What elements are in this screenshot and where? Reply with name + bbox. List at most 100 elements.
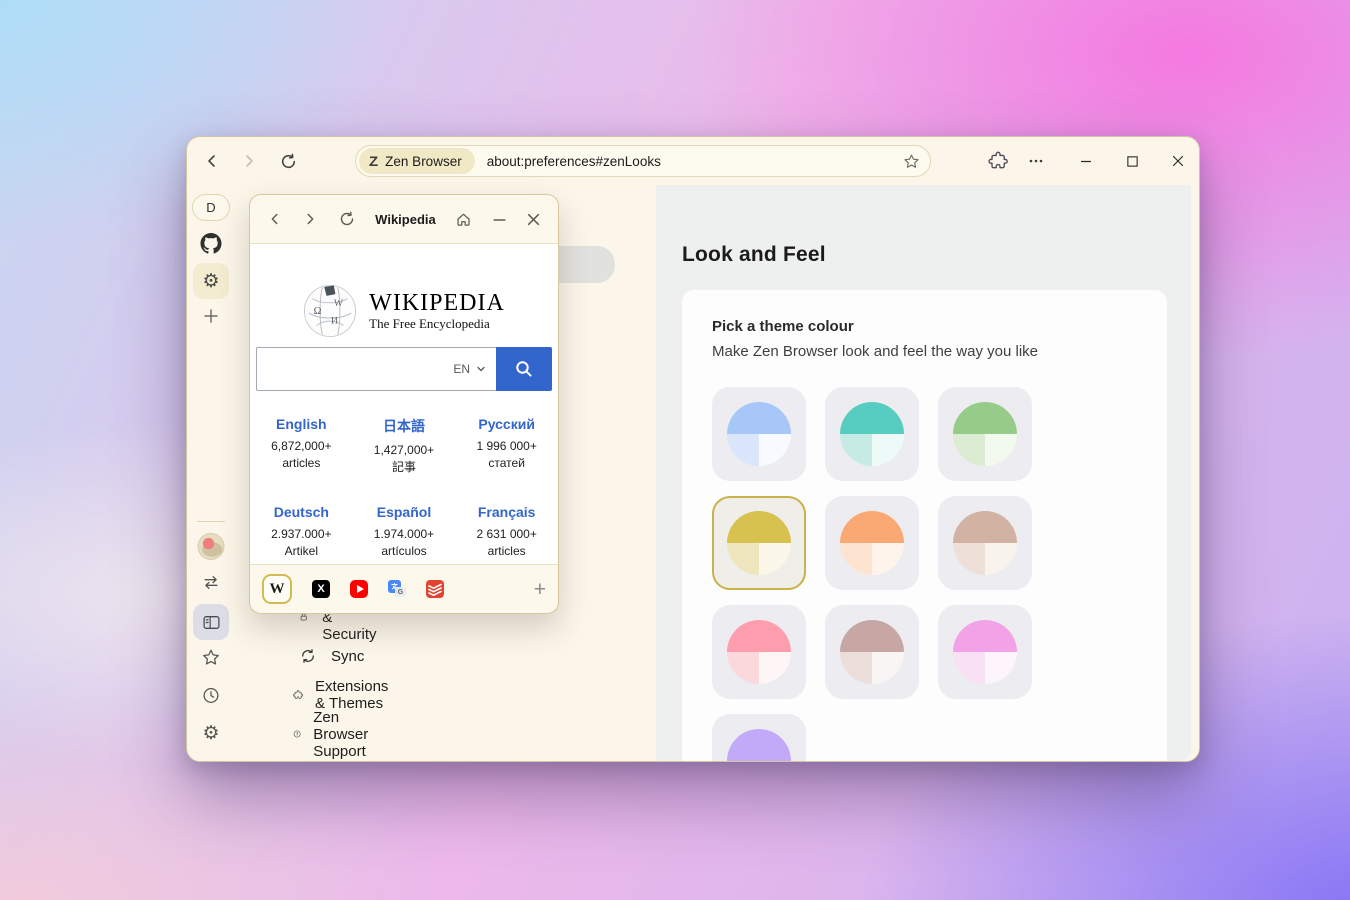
language-link-english[interactable]: English 6,872,000+ articles xyxy=(250,416,353,477)
card-title: Pick a theme colour xyxy=(712,318,1137,335)
maximize-button[interactable] xyxy=(1115,145,1149,177)
close-button[interactable] xyxy=(1161,145,1195,177)
colour-pie xyxy=(953,402,1017,466)
menu-item-support[interactable]: ? Zen Browser Support xyxy=(293,721,378,747)
colour-pie xyxy=(727,620,791,684)
menu-item-label: Sync xyxy=(331,648,364,665)
star-icon xyxy=(202,648,221,667)
menu-item-extensions-themes[interactable]: Extensions & Themes xyxy=(293,682,396,708)
back-button[interactable] xyxy=(196,145,228,177)
bookmarks-button[interactable] xyxy=(202,648,221,667)
wikipedia-favicon-active[interactable]: W xyxy=(262,574,292,604)
workspace-pill[interactable]: D xyxy=(192,194,230,221)
mini-minimize-button[interactable] xyxy=(492,212,507,227)
history-button[interactable] xyxy=(202,686,221,705)
language-link-japanese[interactable]: 日本語 1,427,000+ 記事 xyxy=(353,416,456,477)
new-tab-button[interactable] xyxy=(202,307,220,325)
language-link-spanish[interactable]: Español 1.974.000+ artículos xyxy=(353,504,456,561)
x-favicon[interactable]: X xyxy=(312,580,330,598)
wikipedia-tagline: The Free Encyclopedia xyxy=(369,316,505,332)
colour-pie xyxy=(840,620,904,684)
site-identity-label: Zen Browser xyxy=(385,154,462,169)
wikipedia-logo-block: Ω W И WIKIPEDIA The Free Encyclopedia xyxy=(250,284,558,338)
forward-button[interactable] xyxy=(233,145,265,177)
theme-colour-swatch-blue[interactable] xyxy=(712,387,806,481)
google-translate-favicon[interactable]: G xyxy=(388,580,406,598)
chevron-right-icon xyxy=(302,211,318,227)
workspace-label: D xyxy=(206,200,215,215)
theme-colour-swatch-orange[interactable] xyxy=(825,496,919,590)
theme-colour-swatch-yellow[interactable] xyxy=(712,496,806,590)
language-selector[interactable]: EN xyxy=(453,362,470,376)
theme-swatch-grid xyxy=(712,387,1032,762)
sidebar-panel-icon xyxy=(202,613,221,632)
theme-colour-swatch-pink[interactable] xyxy=(712,605,806,699)
desktop-background: Z Zen Browser about:preferences#zenLooks xyxy=(0,0,1350,900)
add-pinned-site-button[interactable]: + xyxy=(534,579,546,600)
profile-avatar[interactable] xyxy=(198,533,225,560)
theme-colour-swatch-tan[interactable] xyxy=(938,496,1032,590)
site-identity-badge[interactable]: Z Zen Browser xyxy=(359,148,475,174)
settings-button[interactable]: ⚙ xyxy=(202,724,219,743)
mini-reload-button[interactable] xyxy=(338,210,356,228)
wikipedia-search-bar: EN xyxy=(256,347,552,391)
theme-colour-swatch-mauve[interactable] xyxy=(825,605,919,699)
menu-item-label: Zen Browser Support xyxy=(313,709,378,760)
wikipedia-w-letter: W xyxy=(270,581,285,598)
language-link-french[interactable]: Français 2 631 000+ articles xyxy=(455,504,558,561)
page-title: Look and Feel xyxy=(682,243,1191,267)
colour-pie xyxy=(727,729,791,762)
theme-colour-card: Pick a theme colour Make Zen Browser loo… xyxy=(682,290,1167,762)
menu-button[interactable] xyxy=(1020,145,1052,177)
theme-colour-swatch-magenta[interactable] xyxy=(938,605,1032,699)
gear-icon: ⚙ xyxy=(202,724,219,743)
url-bar[interactable]: Z Zen Browser about:preferences#zenLooks xyxy=(355,145,931,177)
chevron-left-icon xyxy=(203,152,221,170)
sidebar-toggle-button[interactable] xyxy=(193,604,229,640)
mini-window-title: Wikipedia xyxy=(375,212,436,227)
chevron-down-icon xyxy=(476,364,486,374)
translate-icon: G xyxy=(388,580,406,598)
reload-icon xyxy=(279,152,298,171)
theme-colour-swatch-teal[interactable] xyxy=(825,387,919,481)
language-link-german[interactable]: Deutsch 2.937.000+ Artikel xyxy=(250,504,353,561)
mini-close-button[interactable] xyxy=(526,212,541,227)
colour-pie xyxy=(727,511,791,575)
theme-colour-swatch-purple[interactable] xyxy=(712,714,806,762)
bookmark-star-icon[interactable] xyxy=(903,153,920,170)
svg-text:?: ? xyxy=(296,732,299,737)
mini-home-button[interactable] xyxy=(455,211,472,228)
mini-forward-button[interactable] xyxy=(302,211,318,227)
search-icon xyxy=(514,359,534,379)
mini-back-button[interactable] xyxy=(267,211,283,227)
plus-icon xyxy=(202,307,220,325)
gear-icon: ⚙ xyxy=(202,272,219,291)
menu-item-sync[interactable]: Sync xyxy=(299,643,364,669)
wikipedia-page: Ω W И WIKIPEDIA The Free Encyclopedia EN xyxy=(250,243,558,565)
svg-text:И: И xyxy=(331,316,338,327)
rail-divider xyxy=(197,521,225,522)
wikipedia-language-grid: English 6,872,000+ articles 日本語 1,427,00… xyxy=(250,416,558,561)
language-link-russian[interactable]: Русский 1 996 000+ статей xyxy=(455,416,558,477)
tab-github[interactable] xyxy=(201,233,222,254)
wikipedia-globe-icon: Ω W И xyxy=(303,284,357,338)
minimize-button[interactable] xyxy=(1069,145,1103,177)
card-subtitle: Make Zen Browser look and feel the way y… xyxy=(712,343,1137,360)
svg-text:G: G xyxy=(398,589,404,596)
wikipedia-search-input[interactable]: EN xyxy=(256,347,496,391)
clock-icon xyxy=(202,686,221,705)
tab-settings-active[interactable]: ⚙ xyxy=(193,263,229,299)
theme-colour-swatch-green[interactable] xyxy=(938,387,1032,481)
home-icon xyxy=(455,211,472,228)
maximize-icon xyxy=(1126,155,1139,168)
close-icon xyxy=(1171,154,1185,168)
todoist-favicon[interactable] xyxy=(426,580,444,598)
workspace-switch-button[interactable] xyxy=(202,573,221,592)
svg-text:W: W xyxy=(334,298,344,309)
reload-button[interactable] xyxy=(272,145,304,177)
youtube-favicon[interactable] xyxy=(350,580,368,598)
extensions-button[interactable] xyxy=(982,145,1014,177)
wikipedia-search-button[interactable] xyxy=(496,347,552,391)
todoist-check-icon xyxy=(428,582,442,596)
mini-window-dock: W X G + xyxy=(250,565,558,613)
